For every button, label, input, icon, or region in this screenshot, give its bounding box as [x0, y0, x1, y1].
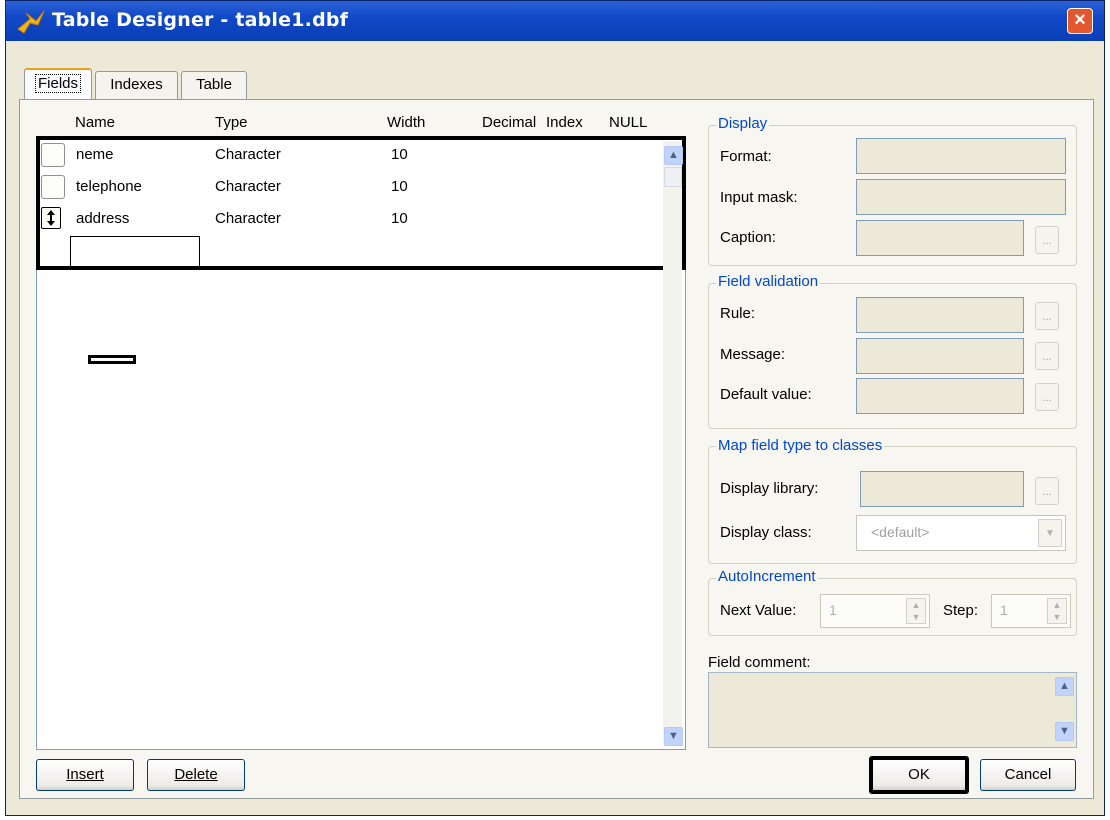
default-value-browse-button[interactable]: ... [1035, 383, 1059, 411]
column-header-null[interactable]: NULL [609, 114, 647, 131]
chevron-down-icon[interactable]: ▼ [1038, 519, 1062, 547]
comment-scroll-down-button[interactable]: ▼ [1055, 722, 1074, 741]
ok-button-label: OK [908, 766, 930, 783]
scroll-up-button[interactable]: ▲ [664, 146, 683, 165]
caption-field[interactable] [856, 220, 1024, 256]
tab-indexes-label: Indexes [110, 76, 163, 93]
rule-browse-button[interactable]: ... [1035, 302, 1059, 330]
chevron-down-icon: ▼ [668, 730, 679, 742]
cancel-button[interactable]: Cancel [980, 759, 1076, 791]
close-icon: × [1074, 9, 1086, 31]
rule-field[interactable] [856, 297, 1024, 333]
delete-button-label: Delete [174, 766, 218, 783]
column-header-type[interactable]: Type [215, 114, 248, 131]
display-library-label: Display library: [720, 480, 819, 497]
tab-table-label: Table [196, 76, 232, 93]
column-header-decimal[interactable]: Decimal [482, 114, 536, 131]
chevron-up-icon: ▲ [668, 149, 679, 161]
next-value-spinner[interactable]: 1 ▲ ▼ [820, 594, 930, 628]
spinner-arrows-icon[interactable]: ▲ ▼ [1047, 598, 1067, 624]
autoincrement-group-title: AutoIncrement [716, 568, 818, 585]
delete-button[interactable]: Delete [147, 759, 245, 791]
column-header-index[interactable]: Index [546, 114, 583, 131]
next-value-text: 1 [829, 602, 837, 618]
comment-scroll-up-button[interactable]: ▲ [1055, 677, 1074, 696]
format-field[interactable] [856, 138, 1066, 174]
message-label: Message: [720, 346, 786, 363]
rule-label: Rule: [720, 305, 756, 322]
next-value-label: Next Value: [720, 602, 797, 619]
highlight-box [36, 136, 686, 270]
default-value-field[interactable] [856, 378, 1024, 414]
window-title: Table Designer - table1.dbf [52, 9, 349, 31]
cancel-button-label: Cancel [1004, 766, 1052, 783]
insert-button-label: Insert [66, 766, 104, 783]
chevron-down-icon: ▼ [1059, 725, 1070, 737]
close-button[interactable]: × [1067, 8, 1093, 34]
display-group-title: Display [716, 115, 770, 132]
message-field[interactable] [856, 338, 1024, 374]
display-library-field[interactable] [860, 471, 1024, 507]
scroll-down-button[interactable]: ▼ [664, 727, 683, 746]
cursor-marker [88, 355, 136, 364]
ok-button[interactable]: OK [869, 756, 969, 794]
column-header-name[interactable]: Name [75, 114, 115, 131]
tab-table[interactable]: Table [181, 71, 247, 99]
tab-indexes[interactable]: Indexes [95, 71, 178, 99]
table-designer-icon [17, 10, 45, 34]
insert-button[interactable]: Insert [36, 759, 134, 791]
display-class-label: Display class: [720, 524, 812, 541]
step-spinner[interactable]: 1 ▲ ▼ [991, 594, 1071, 628]
chevron-up-icon: ▲ [1059, 680, 1070, 692]
input-mask-field[interactable] [856, 179, 1066, 215]
step-value-text: 1 [1000, 602, 1008, 618]
default-value-label: Default value: [720, 386, 812, 403]
field-comment-textarea[interactable] [708, 672, 1077, 748]
display-library-browse-button[interactable]: ... [1035, 477, 1059, 505]
spinner-arrows-icon[interactable]: ▲ ▼ [906, 598, 926, 624]
validation-group-title: Field validation [716, 273, 821, 290]
column-header-width[interactable]: Width [387, 114, 425, 131]
message-browse-button[interactable]: ... [1035, 342, 1059, 370]
caption-label: Caption: [720, 229, 776, 246]
input-mask-label: Input mask: [720, 189, 798, 206]
display-class-value: <default> [871, 524, 930, 540]
map-classes-group-title: Map field type to classes [716, 437, 885, 454]
caption-browse-button[interactable]: ... [1035, 226, 1059, 254]
step-label: Step: [943, 602, 979, 619]
tab-fields[interactable]: Fields [24, 68, 92, 100]
display-class-select[interactable]: <default> ▼ [856, 515, 1066, 551]
format-label: Format: [720, 148, 772, 165]
field-comment-label: Field comment: [708, 654, 811, 671]
scroll-thumb[interactable] [664, 167, 682, 187]
grid-scrollbar[interactable] [663, 141, 682, 746]
tab-fields-label: Fields [34, 74, 81, 93]
